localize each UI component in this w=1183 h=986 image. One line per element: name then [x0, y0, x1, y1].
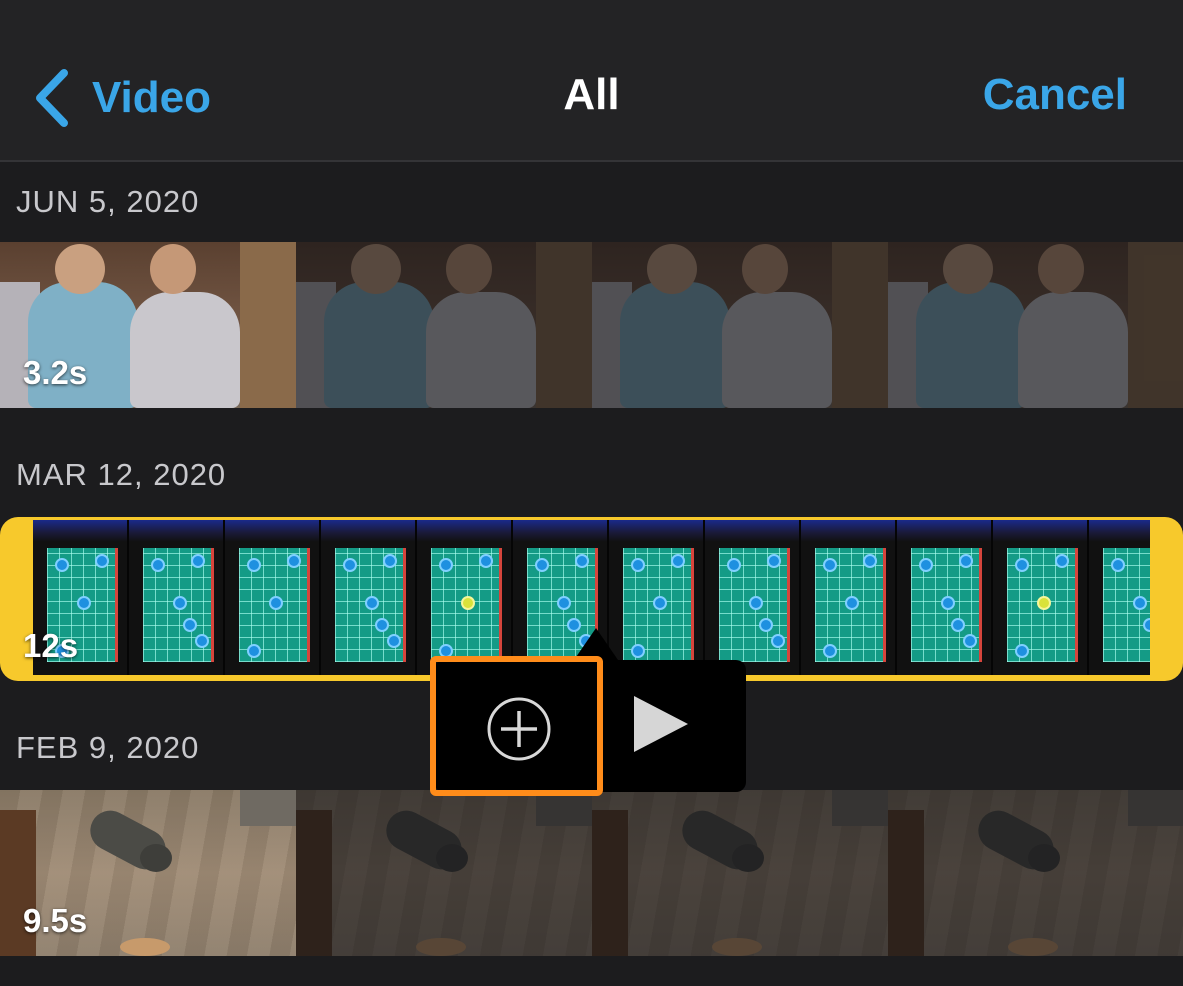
video-clip-strip[interactable]: 9.5s	[0, 790, 1183, 956]
game-piece	[269, 596, 283, 610]
video-frame	[705, 520, 801, 675]
video-clip-strip[interactable]: 3.2s	[0, 242, 1183, 408]
video-thumbnail	[296, 242, 592, 408]
game-piece	[173, 596, 187, 610]
video-frame	[225, 520, 321, 675]
game-piece	[671, 554, 685, 568]
game-piece	[727, 558, 741, 572]
clip-duration: 9.5s	[23, 902, 88, 939]
game-board-image	[911, 548, 982, 662]
plus-circle-icon	[487, 697, 551, 761]
game-board-image	[239, 548, 310, 662]
video-frame	[993, 520, 1089, 675]
video-frame	[321, 520, 417, 675]
game-piece	[631, 644, 645, 658]
game-piece	[575, 554, 589, 568]
game-piece	[95, 554, 109, 568]
game-piece	[479, 554, 493, 568]
game-piece	[759, 618, 773, 632]
game-piece	[195, 634, 209, 648]
game-board-image	[1103, 548, 1150, 662]
video-frame	[417, 520, 513, 675]
video-frame	[1089, 520, 1150, 675]
game-piece	[771, 634, 785, 648]
game-piece	[631, 558, 645, 572]
game-piece	[557, 596, 571, 610]
game-piece	[1055, 554, 1069, 568]
game-piece	[749, 596, 763, 610]
game-piece	[151, 558, 165, 572]
game-piece	[375, 618, 389, 632]
game-board-image	[335, 548, 406, 662]
section-date-header: FEB 9, 2020	[16, 730, 200, 765]
game-piece	[535, 558, 549, 572]
game-piece	[951, 618, 965, 632]
game-piece	[387, 634, 401, 648]
game-piece	[1111, 558, 1125, 572]
video-frame	[129, 520, 225, 675]
play-icon[interactable]	[630, 694, 692, 754]
game-piece	[1133, 596, 1147, 610]
game-piece	[1015, 644, 1029, 658]
game-piece	[653, 596, 667, 610]
game-piece	[1015, 558, 1029, 572]
game-board-image	[143, 548, 214, 662]
video-frame	[897, 520, 993, 675]
game-piece	[863, 554, 877, 568]
video-thumbnail	[296, 790, 592, 956]
add-to-project-button[interactable]	[430, 656, 603, 796]
video-frame	[609, 520, 705, 675]
game-piece	[383, 554, 397, 568]
game-piece	[941, 596, 955, 610]
game-piece	[919, 558, 933, 572]
video-thumbnail	[592, 242, 888, 408]
game-board-image	[1007, 548, 1078, 662]
video-thumbnail	[592, 790, 888, 956]
navigation-bar: Video All Cancel	[0, 0, 1183, 162]
game-piece	[343, 558, 357, 572]
game-piece	[461, 596, 475, 610]
game-piece	[767, 554, 781, 568]
game-board-image	[815, 548, 886, 662]
section-date-header: MAR 12, 2020	[16, 457, 227, 492]
game-board-image	[431, 548, 502, 662]
game-board-image	[719, 548, 790, 662]
video-thumbnail	[888, 242, 1183, 408]
section-date-header: JUN 5, 2020	[16, 184, 200, 219]
game-piece	[963, 634, 977, 648]
game-piece	[845, 596, 859, 610]
video-thumbnail	[888, 790, 1183, 956]
clip-duration: 3.2s	[23, 354, 88, 391]
video-frame	[801, 520, 897, 675]
game-piece	[247, 644, 261, 658]
game-piece	[823, 644, 837, 658]
game-piece	[287, 554, 301, 568]
game-piece	[1037, 596, 1051, 610]
game-piece	[439, 558, 453, 572]
game-piece	[77, 596, 91, 610]
game-piece	[1143, 618, 1150, 632]
game-piece	[959, 554, 973, 568]
game-piece	[55, 558, 69, 572]
game-piece	[191, 554, 205, 568]
game-piece	[183, 618, 197, 632]
clip-duration: 12s	[23, 627, 79, 664]
game-piece	[365, 596, 379, 610]
cancel-button[interactable]: Cancel	[983, 70, 1127, 120]
game-piece	[247, 558, 261, 572]
game-piece	[823, 558, 837, 572]
game-board-image	[623, 548, 694, 662]
